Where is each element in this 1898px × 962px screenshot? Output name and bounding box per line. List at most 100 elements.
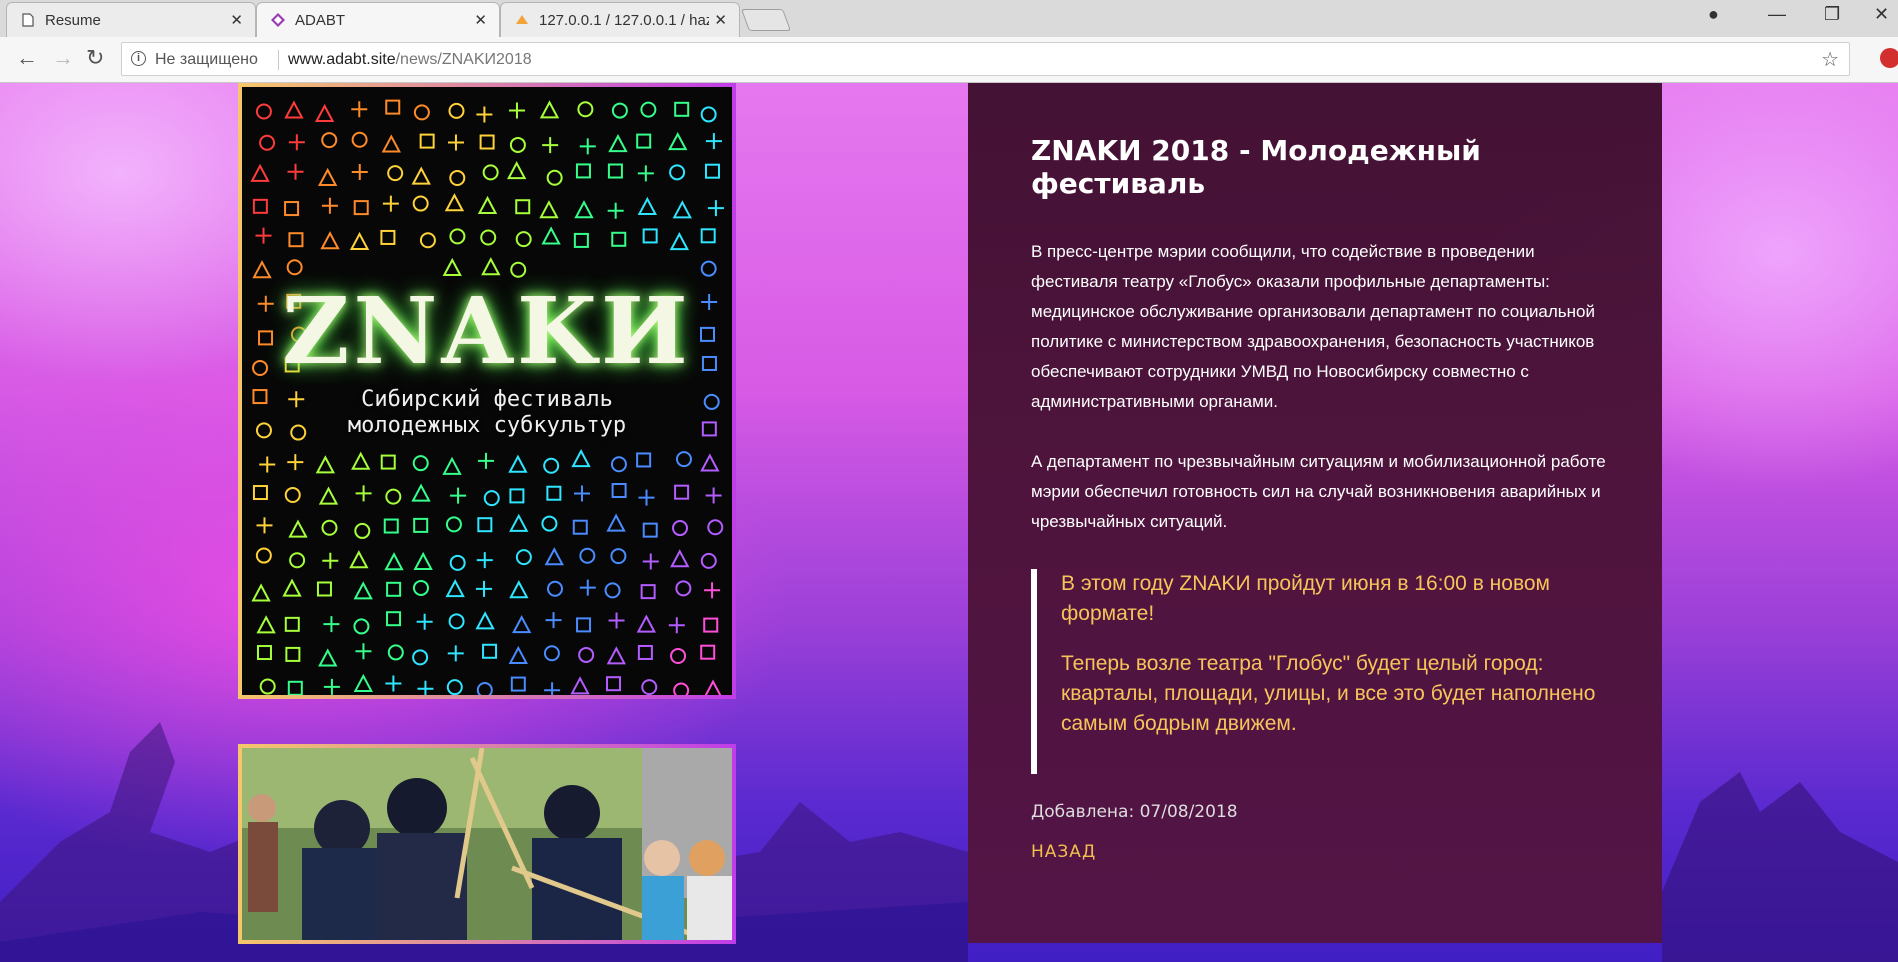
doodle-glyph bbox=[413, 551, 433, 570]
doodle-glyph bbox=[282, 578, 302, 597]
doodle-glyph bbox=[321, 197, 338, 214]
doodle-glyph bbox=[442, 257, 462, 277]
doodle-glyph bbox=[642, 553, 659, 570]
doodle-glyph bbox=[700, 453, 720, 472]
restore-icon[interactable]: ❐ bbox=[1824, 4, 1840, 25]
security-label[interactable]: Не защищено bbox=[155, 51, 258, 69]
doodle-glyph bbox=[252, 198, 268, 214]
back-arrow-icon[interactable]: ← bbox=[16, 46, 38, 70]
doodle-glyph bbox=[571, 448, 591, 468]
doodle-glyph bbox=[608, 133, 628, 153]
doodle-glyph bbox=[323, 678, 340, 695]
doodle-glyph bbox=[670, 647, 687, 664]
close-icon[interactable]: ✕ bbox=[230, 11, 243, 29]
document-icon bbox=[22, 13, 34, 27]
quote-text: Теперь возле театра "Глобус" будет целый… bbox=[1061, 652, 1596, 735]
doodle-glyph bbox=[543, 645, 560, 662]
doodle-glyph bbox=[412, 649, 429, 666]
url-text[interactable]: www.adabt.site/news/ZNAKИ2018 bbox=[288, 51, 532, 69]
poster-subtitle-line: Сибирский фестиваль bbox=[361, 387, 613, 412]
doodle-glyph bbox=[475, 611, 495, 630]
doodle-glyph bbox=[289, 552, 306, 569]
doodle-glyph bbox=[637, 644, 653, 660]
doodle-glyph bbox=[385, 99, 401, 115]
doodle-glyph bbox=[252, 485, 268, 501]
doodle-glyph bbox=[508, 645, 528, 664]
doodle-glyph bbox=[349, 550, 369, 569]
close-icon[interactable]: ✕ bbox=[474, 11, 487, 29]
doodle-glyph bbox=[442, 456, 462, 475]
doodle-glyph bbox=[705, 487, 722, 504]
doodle-glyph bbox=[450, 487, 467, 504]
bookmark-star-icon[interactable]: ☆ bbox=[1821, 47, 1839, 72]
address-bar[interactable]: i Не защищено www.adabt.site/news/ZNAKИ2… bbox=[121, 42, 1850, 76]
doodle-glyph bbox=[449, 228, 466, 245]
tab-adabt[interactable]: ADABT ✕ bbox=[256, 2, 500, 37]
doodle-glyph bbox=[385, 675, 402, 692]
doodle-glyph bbox=[381, 134, 401, 153]
profile-icon[interactable]: ● bbox=[1708, 4, 1719, 25]
doodle-glyph bbox=[703, 617, 719, 633]
doodle-glyph bbox=[636, 133, 652, 149]
forward-arrow-icon[interactable]: → bbox=[52, 46, 74, 70]
reload-icon[interactable]: ↻ bbox=[86, 46, 104, 70]
doodle-glyph bbox=[640, 584, 656, 600]
doodle-glyph bbox=[255, 227, 272, 244]
doodle-glyph bbox=[539, 100, 560, 119]
info-icon[interactable]: i bbox=[131, 51, 146, 66]
doodle-glyph bbox=[545, 612, 562, 629]
back-link[interactable]: НАЗАД bbox=[1031, 842, 1096, 862]
doodle-glyph bbox=[411, 483, 431, 502]
doodle-glyph bbox=[419, 133, 435, 149]
poster-title: ZNAKИ bbox=[282, 277, 692, 385]
doodle-glyph bbox=[539, 200, 559, 219]
close-window-icon[interactable]: ✕ bbox=[1874, 4, 1889, 25]
doodle-glyph bbox=[287, 163, 304, 180]
doodle-glyph bbox=[668, 617, 685, 634]
doodle-glyph bbox=[546, 485, 562, 501]
doodle-glyph bbox=[700, 552, 717, 569]
url-path: /news/ZNAKИ2018 bbox=[395, 51, 532, 68]
doodle-glyph bbox=[611, 102, 628, 119]
tab-title: 127.0.0.1 / 127.0.0.1 / haz bbox=[539, 12, 709, 29]
doodle-glyph bbox=[668, 132, 688, 151]
doodle-glyph bbox=[515, 549, 532, 566]
doodle-glyph bbox=[384, 552, 404, 571]
doodle-glyph bbox=[607, 163, 623, 179]
doodle-glyph bbox=[509, 488, 525, 504]
close-icon[interactable]: ✕ bbox=[714, 11, 727, 29]
doodle-glyph bbox=[386, 581, 402, 597]
doodle-glyph bbox=[672, 520, 689, 537]
tab-phpmyadmin[interactable]: 127.0.0.1 / 127.0.0.1 / haz ✕ bbox=[500, 2, 740, 37]
doodle-glyph bbox=[608, 612, 625, 629]
doodle-glyph bbox=[380, 454, 396, 470]
article-paragraph: В пресс-центре мэрии сообщили, что содей… bbox=[1031, 242, 1596, 411]
doodle-glyph bbox=[349, 231, 370, 251]
doodle-glyph bbox=[255, 103, 272, 120]
doodle-glyph bbox=[672, 200, 692, 219]
doodle-glyph bbox=[607, 202, 624, 219]
doodle-glyph bbox=[255, 547, 272, 564]
doodle-glyph bbox=[353, 673, 373, 692]
doodle-glyph bbox=[284, 616, 300, 632]
doodle-glyph bbox=[546, 580, 563, 597]
doodle-glyph bbox=[544, 682, 561, 695]
doodle-glyph bbox=[573, 232, 589, 248]
doodle-glyph bbox=[542, 137, 559, 154]
doodle-glyph bbox=[445, 579, 465, 598]
doodle-glyph bbox=[351, 101, 368, 118]
doodle-glyph bbox=[642, 522, 658, 538]
minimize-icon[interactable]: — bbox=[1768, 4, 1786, 25]
doodle-glyph bbox=[572, 519, 588, 535]
doodle-glyph bbox=[355, 485, 372, 502]
doodle-glyph bbox=[355, 643, 372, 660]
tab-resume[interactable]: Resume ✕ bbox=[6, 2, 256, 37]
doodle-glyph bbox=[353, 581, 373, 600]
doodle-glyph bbox=[287, 680, 303, 695]
doodle-glyph bbox=[610, 548, 627, 565]
new-tab-button[interactable] bbox=[740, 9, 792, 31]
doodle-glyph bbox=[637, 165, 654, 182]
doodle-glyph bbox=[574, 200, 594, 219]
extension-icon[interactable] bbox=[1880, 48, 1898, 68]
doodle-glyph bbox=[479, 134, 495, 150]
